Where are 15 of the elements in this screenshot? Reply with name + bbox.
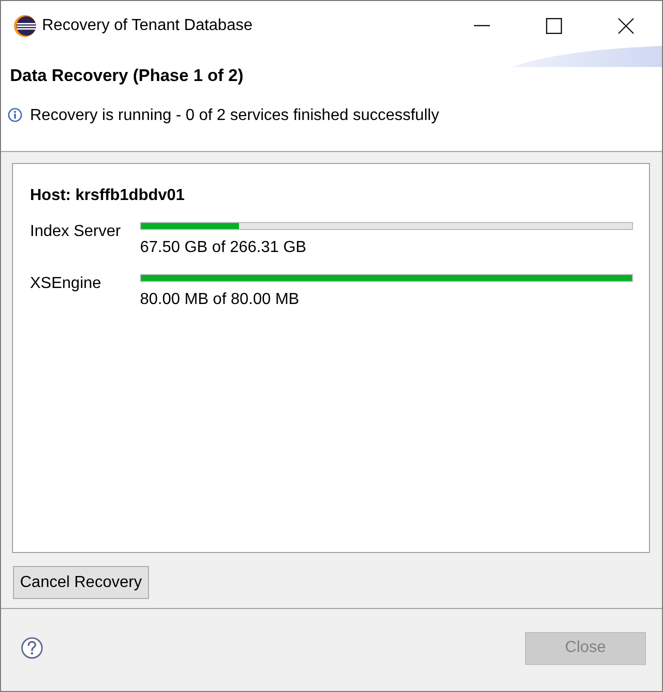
close-icon[interactable] <box>618 18 634 34</box>
cancel-recovery-button[interactable]: Cancel Recovery <box>13 566 149 599</box>
progress-reading: 80.00 MB of 80.00 MB <box>140 290 300 310</box>
help-icon[interactable] <box>21 637 43 659</box>
service-name: XSEngine <box>30 274 102 294</box>
service-name: Index Server <box>30 222 121 242</box>
host-label: Host: krsffb1dbdv01 <box>30 186 185 206</box>
app-logo-icon <box>14 14 36 36</box>
progress-reading: 67.50 GB of 266.31 GB <box>140 238 306 258</box>
window-title: Recovery of Tenant Database <box>42 16 252 36</box>
info-icon <box>8 108 22 122</box>
minimize-icon[interactable] <box>474 24 490 26</box>
maximize-icon[interactable] <box>546 18 562 34</box>
status-message: Recovery is running - 0 of 2 services finished successfully <box>30 106 440 126</box>
page-heading: Data Recovery (Phase 1 of 2) <box>10 65 244 87</box>
